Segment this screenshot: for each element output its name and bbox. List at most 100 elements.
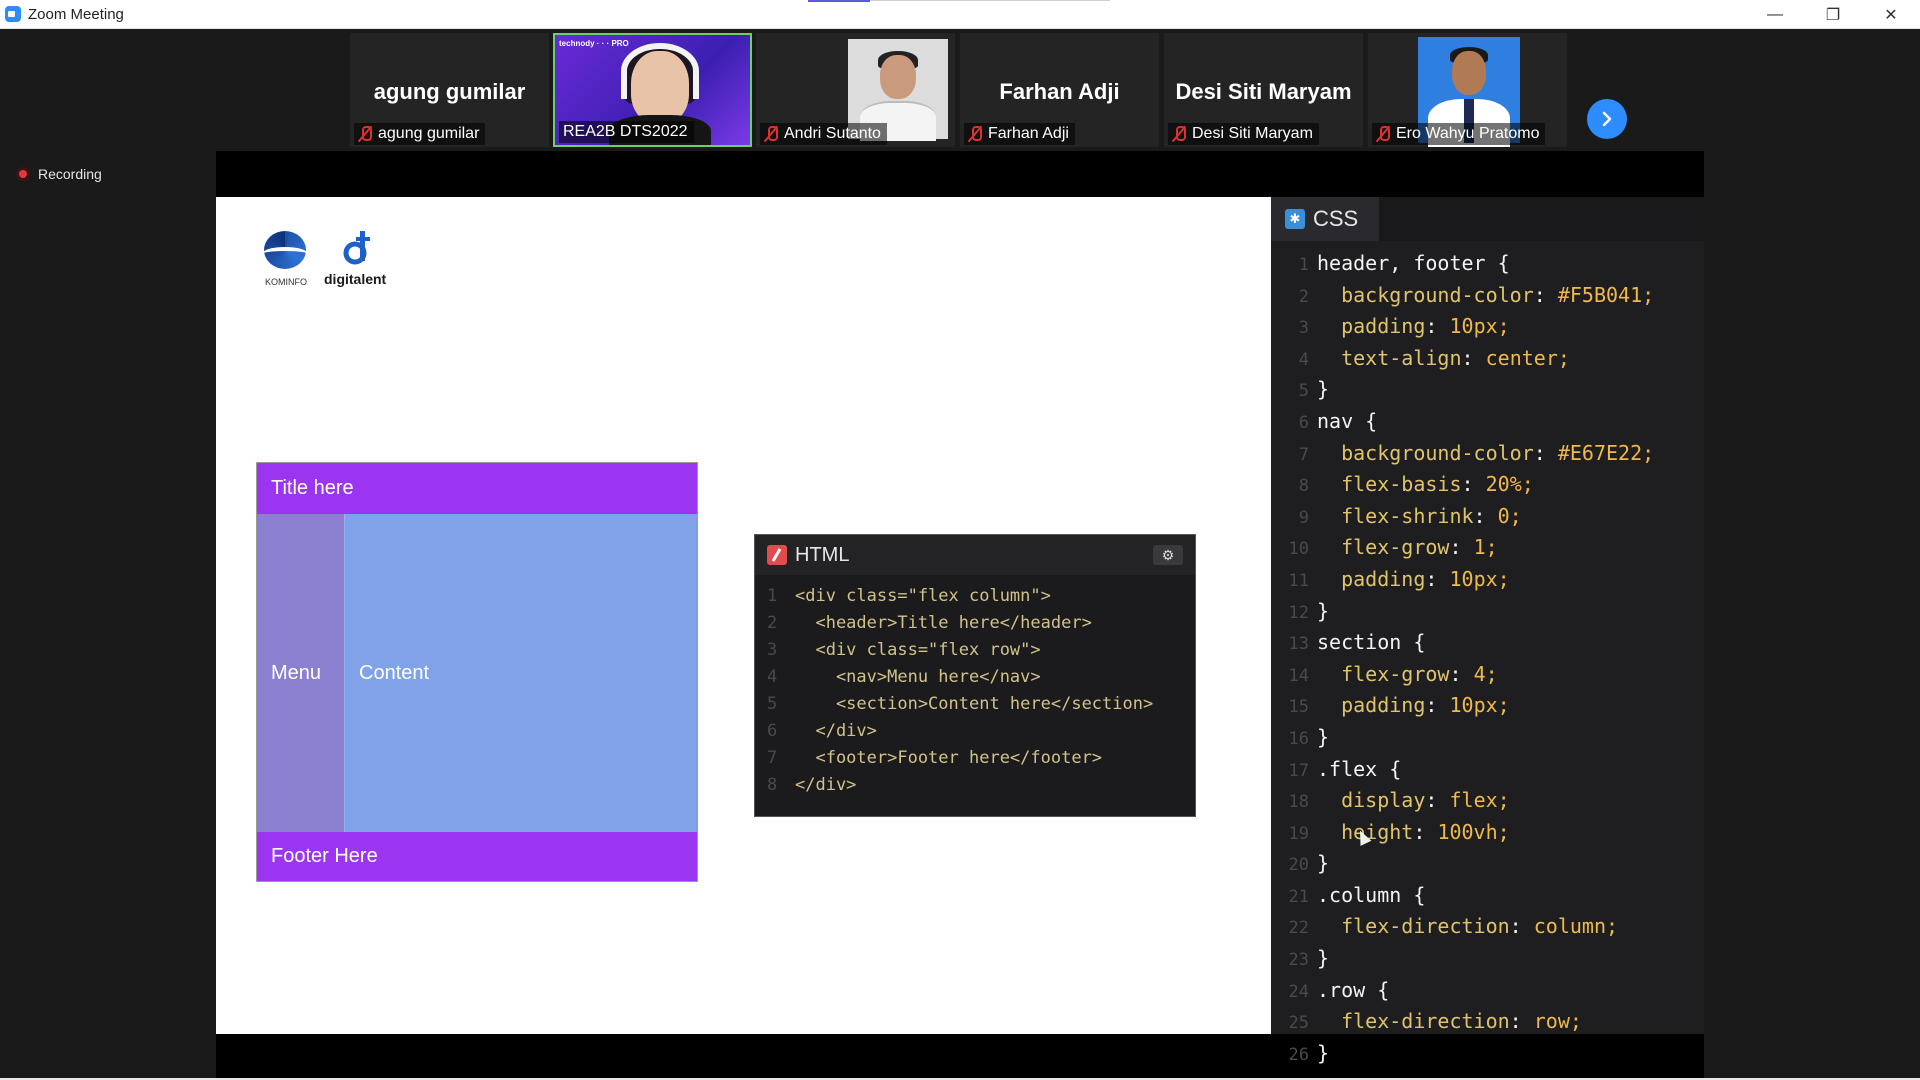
slide-logos: KOMINFO digitalent — [258, 227, 394, 287]
recording-dot-icon — [16, 167, 30, 181]
recording-indicator[interactable]: Recording — [16, 166, 102, 182]
digitalent-label: digitalent — [324, 271, 387, 287]
html-tabbar: HTML ⚙ — [755, 535, 1195, 575]
line-number: 5 — [767, 694, 778, 714]
demo-nav: Menu — [257, 514, 344, 832]
line-number: 8 — [767, 775, 778, 795]
line-number: 7 — [767, 748, 778, 768]
line-number: 12 — [1288, 602, 1309, 623]
flex-layout-demo: Title here Menu Content Footer Here — [256, 462, 698, 882]
code-line: 17 .flex { — [1277, 755, 1654, 787]
participant-tile[interactable]: agung gumilar agung gumilar — [350, 33, 549, 147]
code-line: 18 display: flex; — [1277, 786, 1654, 818]
code-text: padding: 10px; — [1341, 693, 1510, 718]
video-headset — [621, 43, 699, 99]
code-line: 10 flex-grow: 1; — [1277, 533, 1654, 565]
minimize-button[interactable]: — — [1746, 0, 1804, 29]
presentation-slide: KOMINFO digitalent Title here Menu Conte… — [216, 197, 1271, 1034]
code-line: 8 flex-basis: 20%; — [1277, 470, 1654, 502]
line-number: 25 — [1288, 1013, 1309, 1034]
code-text: flex-direction: column; — [1341, 914, 1619, 939]
participant-tile[interactable]: Desi Siti Maryam Desi Siti Maryam — [1164, 33, 1363, 147]
recording-label: Recording — [38, 166, 102, 182]
line-number: 3 — [767, 640, 778, 660]
code-text: <section>Content here</section> — [795, 694, 1154, 714]
chevron-right-icon — [1602, 111, 1612, 127]
digitalent-mark-icon — [343, 231, 370, 265]
participant-nametag: Ero Wahyu Pratomo — [1372, 123, 1546, 145]
line-number: 16 — [1288, 728, 1309, 749]
code-line: 25 flex-direction: row; — [1277, 1007, 1654, 1039]
code-text: flex-grow: 1; — [1341, 535, 1498, 560]
restore-button[interactable]: ❐ — [1804, 0, 1862, 29]
line-number: 17 — [1288, 760, 1309, 781]
code-text: <div class="flex row"> — [795, 640, 1041, 660]
code-text: nav { — [1317, 408, 1378, 433]
participant-nametag: Andri Sutanto — [760, 123, 887, 145]
participant-display-name: Desi Siti Maryam — [1175, 79, 1352, 104]
line-number: 18 — [1288, 792, 1309, 813]
close-button[interactable]: ✕ — [1862, 0, 1920, 29]
line-number: 5 — [1298, 381, 1309, 402]
next-page-button[interactable] — [1587, 99, 1627, 139]
participant-tile[interactable]: Ero Wahyu Pratomo — [1368, 33, 1567, 147]
code-line: 4 <nav>Menu here</nav> — [767, 664, 1153, 691]
line-number: 4 — [767, 667, 778, 687]
code-line: 3 padding: 10px; — [1277, 312, 1654, 344]
participant-tile-active-speaker[interactable]: technody · · · PRO REA2B DTS2022 — [553, 33, 752, 147]
code-line: 8 </div> — [767, 772, 1153, 799]
code-line: 12} — [1277, 597, 1654, 629]
code-line: 4 text-align: center; — [1277, 344, 1654, 376]
muted-mic-icon — [1172, 126, 1186, 142]
line-number: 7 — [1298, 444, 1309, 465]
code-text: <footer>Footer here</footer> — [795, 748, 1103, 768]
line-number: 2 — [767, 613, 778, 633]
line-number: 13 — [1288, 634, 1309, 655]
code-line: 7 background-color: #E67E22; — [1277, 439, 1654, 471]
participant-tile[interactable]: Andri Sutanto — [756, 33, 955, 147]
code-line: 1 header, footer { — [1277, 249, 1654, 281]
participant-name: agung gumilar — [378, 125, 480, 142]
line-number: 15 — [1288, 697, 1309, 718]
code-line: 2 <header>Title here</header> — [767, 610, 1153, 637]
code-text: <header>Title here</header> — [795, 613, 1092, 633]
kominfo-logo: KOMINFO — [258, 227, 314, 287]
line-number: 26 — [1288, 1044, 1309, 1065]
code-line: 14 flex-grow: 4; — [1277, 660, 1654, 692]
demo-section: Content — [344, 514, 697, 832]
code-line: 9 flex-shrink: 0; — [1277, 502, 1654, 534]
line-number: 20 — [1288, 855, 1309, 876]
code-text: .row { — [1317, 977, 1390, 1002]
code-line: 26} — [1277, 1039, 1654, 1071]
window-titlebar: Zoom Meeting — ❐ ✕ — [0, 0, 1920, 29]
line-number: 6 — [767, 721, 778, 741]
line-number: 11 — [1288, 570, 1309, 591]
code-text: display: flex; — [1341, 788, 1510, 813]
code-line: 22 flex-direction: column; — [1277, 912, 1654, 944]
participant-name: Desi Siti Maryam — [1192, 125, 1313, 142]
line-number: 10 — [1288, 539, 1309, 560]
titlebar-accent-line — [870, 0, 1110, 1]
line-number: 14 — [1288, 665, 1309, 686]
html-tab-label: HTML — [795, 543, 850, 566]
line-number: 6 — [1298, 412, 1309, 433]
css-tab: ✱ CSS — [1271, 197, 1379, 241]
participant-tile[interactable]: Farhan Adji Farhan Adji — [960, 33, 1159, 147]
code-text: background-color: #E67E22; — [1341, 440, 1655, 465]
code-line: 5} — [1277, 375, 1654, 407]
code-line: 7 <footer>Footer here</footer> — [767, 745, 1153, 772]
participant-gallery: agung gumilar agung gumilar technody · ·… — [0, 29, 1920, 151]
video-face — [880, 55, 916, 99]
css-code-panel: ✱ CSS 1 header, footer {2 background-colo… — [1271, 197, 1704, 1065]
html-code-block: 1 <div class="flex column"> 2 <header>Tit… — [767, 583, 1153, 799]
css-code-block: 1 header, footer {2 background-color: #F5… — [1277, 249, 1655, 1071]
code-text: flex-basis: 20%; — [1341, 472, 1534, 497]
zoom-app-icon — [5, 6, 21, 22]
participant-nametag: agung gumilar — [354, 123, 486, 145]
code-line: 11 padding: 10px; — [1277, 565, 1654, 597]
code-line: 2 background-color: #F5B041; — [1277, 281, 1654, 313]
muted-mic-icon — [1376, 126, 1390, 142]
code-line: 21 .column { — [1277, 881, 1654, 913]
code-line: 15 padding: 10px; — [1277, 691, 1654, 723]
line-number: 22 — [1288, 918, 1309, 939]
